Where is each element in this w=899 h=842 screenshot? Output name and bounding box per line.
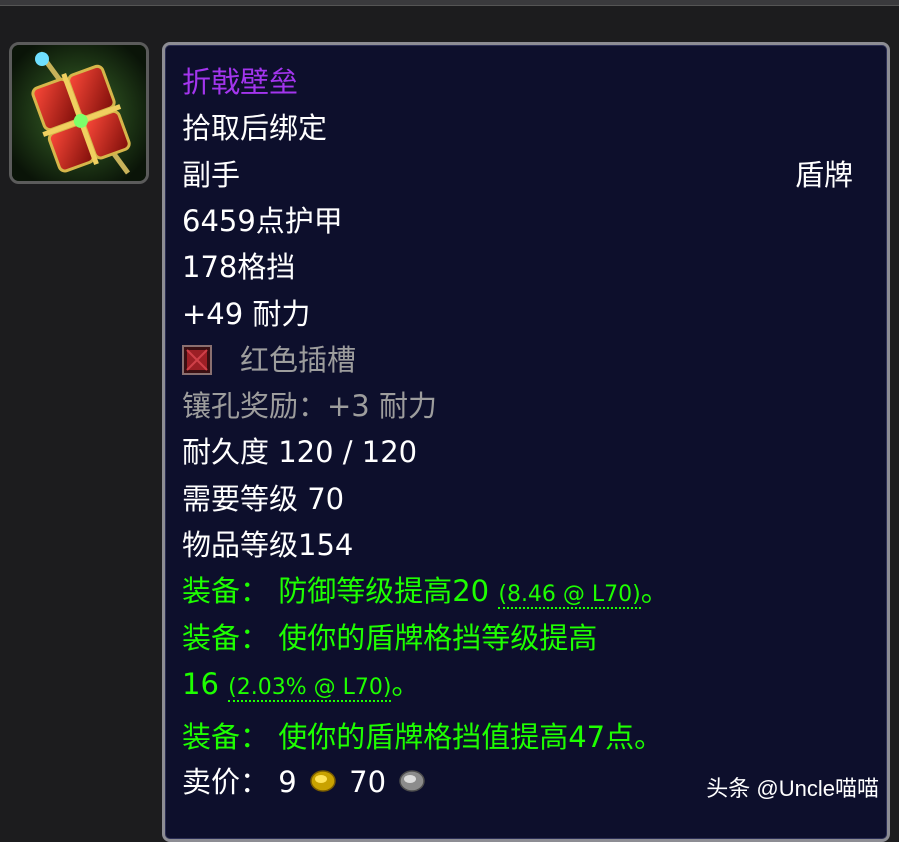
item-type: 盾牌 — [794, 158, 853, 192]
shield-item-icon[interactable] — [9, 42, 149, 184]
equip-1-label: 装备： — [182, 574, 270, 608]
equip-3-text: 使你的盾牌格挡值提高47点。 — [278, 720, 664, 754]
item-armor: 6459点护甲 — [182, 204, 343, 238]
item-name: 折戟壁垒 — [182, 65, 299, 99]
socket-row: 红色插槽 — [182, 340, 356, 380]
sell-label: 卖价： — [182, 765, 270, 799]
sell-price: 卖价： 9 70 — [182, 762, 429, 802]
item-durability: 耐久度 120 / 120 — [182, 435, 418, 469]
equip-effect-2-cont: 16 (2.03% @ L70)。 — [182, 664, 420, 708]
silver-coin-icon — [399, 770, 425, 792]
required-level: 需要等级 70 — [182, 482, 345, 516]
item-binding: 拾取后绑定 — [182, 111, 328, 145]
equip-2-end: 。 — [391, 667, 421, 701]
item-slot: 副手 — [182, 158, 241, 192]
equip-effect-1: 装备： 防御等级提高20 (8.46 @ L70)。 — [182, 571, 670, 615]
equip-effect-3: 装备： 使你的盾牌格挡值提高47点。 — [182, 717, 663, 757]
equip-2-text: 使你的盾牌格挡等级提高 — [278, 621, 598, 655]
red-socket-icon — [182, 345, 212, 375]
equip-3-label: 装备： — [182, 720, 270, 754]
sell-gold: 9 — [278, 765, 297, 799]
sell-silver: 70 — [349, 765, 387, 799]
equip-1-detail[interactable]: (8.46 @ L70) — [498, 582, 641, 609]
slot-row: 副手 盾牌 — [182, 155, 870, 195]
equip-effect-2: 装备： 使你的盾牌格挡等级提高 — [182, 618, 597, 658]
item-level: 物品等级154 — [182, 528, 354, 562]
equip-2-label: 装备： — [182, 621, 270, 655]
equip-2-value: 16 — [182, 667, 219, 701]
watermark: 头条 @Uncle喵喵 — [706, 776, 879, 801]
equip-2-detail[interactable]: (2.03% @ L70) — [228, 675, 392, 702]
gold-coin-icon — [310, 770, 336, 792]
socket-label: 红色插槽 — [240, 343, 357, 377]
equip-1-text: 防御等级提高20 — [278, 574, 490, 608]
item-tooltip: 折戟壁垒 拾取后绑定 副手 盾牌 6459点护甲 178格挡 +49 耐力 红色… — [162, 42, 890, 842]
equip-1-end: 。 — [640, 574, 670, 608]
item-block: 178格挡 — [182, 250, 296, 284]
socket-bonus: 镶孔奖励：+3 耐力 — [182, 389, 437, 423]
item-stamina: +49 耐力 — [182, 297, 311, 331]
window-top-divider — [0, 5, 899, 6]
